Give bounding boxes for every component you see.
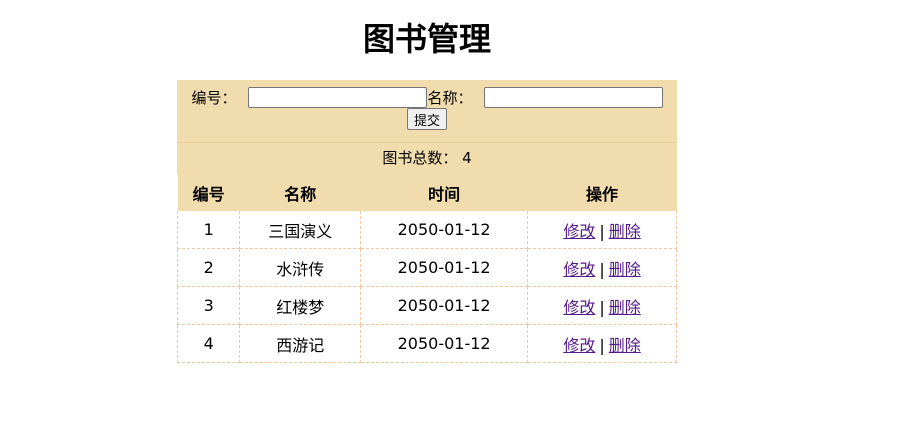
cell-time: 2050-01-12 — [360, 324, 529, 363]
action-separator: | — [599, 335, 605, 355]
edit-link[interactable]: 修改 — [563, 336, 595, 355]
cell-time: 2050-01-12 — [360, 248, 529, 287]
form-fields-row: 编号： 名称： — [177, 86, 677, 108]
cell-actions: 修改 | 删除 — [527, 211, 677, 249]
cell-time: 2050-01-12 — [360, 211, 529, 249]
cell-id: 3 — [176, 286, 241, 325]
book-panel: 编号： 名称： 提交 图书总数： 4 编号 名称 时间 操作 1 三国演义 205… — [176, 80, 677, 363]
page-title: 图书管理 — [362, 20, 491, 58]
book-form: 编号： 名称： 提交 — [177, 80, 677, 142]
col-header-name: 名称 — [284, 184, 317, 204]
col-header-id: 编号 — [192, 184, 225, 204]
cell-name: 西游记 — [239, 324, 362, 363]
submit-row: 提交 — [177, 108, 677, 132]
table-header-row: 编号 名称 时间 操作 — [177, 174, 677, 211]
cell-id: 1 — [176, 211, 241, 249]
action-separator: | — [599, 259, 605, 279]
submit-button[interactable]: 提交 — [406, 108, 447, 130]
cell-id: 2 — [176, 248, 241, 287]
table-row: 4 西游记 2050-01-12 修改 | 删除 — [176, 324, 677, 363]
total-label: 图书总数： — [382, 149, 458, 167]
cell-actions: 修改 | 删除 — [527, 248, 677, 287]
cell-name: 水浒传 — [239, 248, 362, 287]
delete-link[interactable]: 删除 — [609, 260, 641, 279]
cell-time: 2050-01-12 — [360, 286, 529, 325]
table-row: 1 三国演义 2050-01-12 修改 | 删除 — [176, 211, 677, 249]
total-count: 4 — [462, 149, 472, 167]
name-input[interactable] — [483, 87, 663, 108]
table-row: 3 红楼梦 2050-01-12 修改 | 删除 — [176, 286, 677, 325]
cell-id: 4 — [176, 324, 241, 363]
col-header-actions: 操作 — [586, 184, 619, 204]
cell-actions: 修改 | 删除 — [527, 324, 677, 363]
cell-actions: 修改 | 删除 — [527, 286, 677, 325]
cell-name: 三国演义 — [239, 211, 362, 249]
delete-link[interactable]: 删除 — [609, 298, 641, 317]
edit-link[interactable]: 修改 — [563, 298, 595, 317]
id-label: 编号： — [191, 88, 237, 107]
id-input[interactable] — [247, 87, 427, 108]
edit-link[interactable]: 修改 — [563, 222, 595, 241]
delete-link[interactable]: 删除 — [609, 222, 641, 241]
action-separator: | — [599, 221, 605, 241]
book-table: 图书总数： 4 编号 名称 时间 操作 1 三国演义 2050-01-12 修改… — [176, 143, 677, 363]
edit-link[interactable]: 修改 — [563, 260, 595, 279]
delete-link[interactable]: 删除 — [609, 336, 641, 355]
cell-name: 红楼梦 — [239, 286, 362, 325]
book-total-caption: 图书总数： 4 — [177, 143, 677, 174]
name-label: 名称： — [427, 88, 473, 107]
col-header-time: 时间 — [428, 184, 461, 204]
table-row: 2 水浒传 2050-01-12 修改 | 删除 — [176, 248, 677, 287]
action-separator: | — [599, 297, 605, 317]
